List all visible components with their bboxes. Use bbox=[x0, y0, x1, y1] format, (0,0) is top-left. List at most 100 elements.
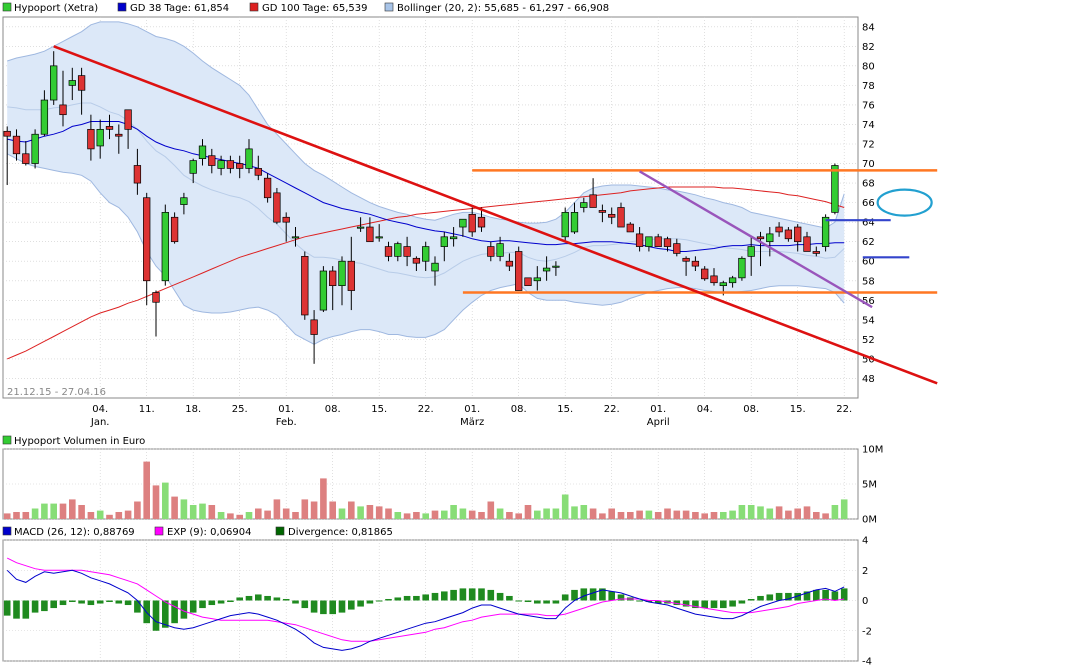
candle-body bbox=[291, 236, 300, 239]
volume-bar bbox=[450, 505, 457, 519]
divergence-bar bbox=[348, 600, 355, 610]
volume-bar bbox=[115, 512, 123, 519]
divergence-bar bbox=[87, 600, 95, 606]
candle bbox=[31, 129, 39, 169]
divergence-bar bbox=[227, 600, 234, 603]
legend-gd38: GD 38 Tage: 61,854 bbox=[130, 3, 229, 14]
candle-body bbox=[394, 243, 402, 257]
candle-body bbox=[329, 270, 337, 287]
volume-bar bbox=[292, 512, 299, 519]
volume-bar bbox=[701, 513, 708, 519]
volume-bar bbox=[692, 512, 699, 519]
divergence-bar bbox=[282, 598, 290, 601]
divergence-bar bbox=[543, 600, 550, 604]
volume-bar bbox=[664, 508, 671, 519]
volume-bar bbox=[599, 513, 606, 519]
volume-bar bbox=[766, 508, 774, 519]
volume-bar bbox=[50, 503, 57, 519]
divergence-bar bbox=[385, 598, 392, 601]
volume-bar bbox=[729, 510, 736, 519]
volume-bar bbox=[180, 499, 188, 519]
price-y-tick: 76 bbox=[862, 100, 875, 111]
volume-bar bbox=[794, 508, 801, 519]
divergence-bar bbox=[3, 600, 11, 616]
candle-body bbox=[124, 109, 132, 130]
divergence-bar bbox=[96, 600, 104, 604]
divergence-bar bbox=[394, 597, 402, 601]
candle-body bbox=[366, 226, 374, 243]
divergence-bar bbox=[701, 600, 708, 609]
divergence-bar bbox=[487, 589, 495, 601]
legend-exp: EXP (9): 0,06904 bbox=[167, 527, 251, 538]
divergence-bar bbox=[171, 600, 178, 624]
candle-body bbox=[738, 257, 746, 279]
divergence-bar bbox=[106, 600, 113, 603]
volume-bar bbox=[208, 505, 216, 519]
volume-bar bbox=[431, 510, 439, 519]
divergence-bar bbox=[217, 600, 225, 604]
candle bbox=[273, 187, 281, 225]
volume-bar bbox=[310, 501, 318, 519]
candle-body bbox=[226, 160, 235, 169]
volume-bar bbox=[506, 512, 513, 519]
candle-body bbox=[775, 226, 783, 233]
candle-body bbox=[115, 133, 123, 137]
candle-body bbox=[747, 246, 755, 257]
volume-bar bbox=[171, 496, 178, 519]
candle-body bbox=[570, 212, 579, 233]
volume-bar bbox=[143, 461, 150, 519]
divergence-bar bbox=[59, 600, 67, 606]
candle bbox=[319, 266, 328, 313]
divergence-bar bbox=[134, 600, 141, 613]
candle-body bbox=[626, 223, 634, 233]
divergence-bar bbox=[524, 600, 532, 603]
divergence-bar bbox=[366, 600, 374, 604]
divergence-bar bbox=[422, 594, 429, 601]
volume-bar bbox=[338, 508, 346, 519]
divergence-bar bbox=[580, 588, 588, 601]
legend-swatch-price bbox=[2, 2, 12, 12]
candle-body bbox=[812, 251, 820, 254]
candle-body bbox=[617, 207, 625, 228]
candle-body bbox=[356, 226, 365, 229]
candle-body bbox=[412, 257, 421, 264]
x-tick-label: 04. bbox=[92, 404, 108, 415]
candle-body bbox=[784, 229, 793, 240]
volume-bar bbox=[813, 512, 820, 519]
legend-price: Hypoport (Xetra) bbox=[14, 3, 98, 14]
candle-body bbox=[580, 202, 588, 208]
legend-gd100: GD 100 Tage: 65,539 bbox=[262, 3, 368, 14]
divergence-bar bbox=[236, 597, 243, 601]
x-tick-month: Jan. bbox=[90, 417, 110, 428]
divergence-bar bbox=[199, 600, 206, 609]
candle-body bbox=[459, 218, 467, 228]
x-tick-label: 15. bbox=[790, 404, 806, 415]
volume-bar bbox=[13, 512, 20, 519]
divergence-bar bbox=[441, 591, 448, 601]
volume-bar bbox=[22, 512, 30, 519]
x-tick-label: 22. bbox=[604, 404, 620, 415]
volume-bar bbox=[757, 506, 764, 519]
candle-body bbox=[105, 126, 114, 130]
x-tick-month: April bbox=[647, 417, 670, 428]
candle-body bbox=[691, 260, 700, 267]
x-tick-label: 15. bbox=[371, 404, 387, 415]
volume-bar bbox=[282, 508, 290, 519]
price-y-tick: 66 bbox=[862, 198, 875, 209]
divergence-bar bbox=[310, 600, 318, 613]
price-y-tick: 58 bbox=[862, 276, 875, 287]
volume-bar bbox=[654, 512, 662, 519]
divergence-bar bbox=[552, 600, 560, 604]
x-tick-label: 08. bbox=[743, 404, 759, 415]
macd-y-tick: 2 bbox=[862, 566, 868, 577]
volume-bar bbox=[543, 508, 550, 519]
candle-body bbox=[710, 275, 718, 284]
divergence-bar bbox=[608, 591, 615, 601]
x-tick-month: Feb. bbox=[276, 417, 297, 428]
volume-bar bbox=[96, 510, 104, 519]
legend-volume: Hypoport Volumen in Euro bbox=[14, 436, 145, 447]
volume-bar bbox=[31, 508, 39, 519]
volume-bar bbox=[645, 510, 653, 519]
x-tick-label: 01. bbox=[650, 404, 666, 415]
x-tick-label: 08. bbox=[325, 404, 341, 415]
